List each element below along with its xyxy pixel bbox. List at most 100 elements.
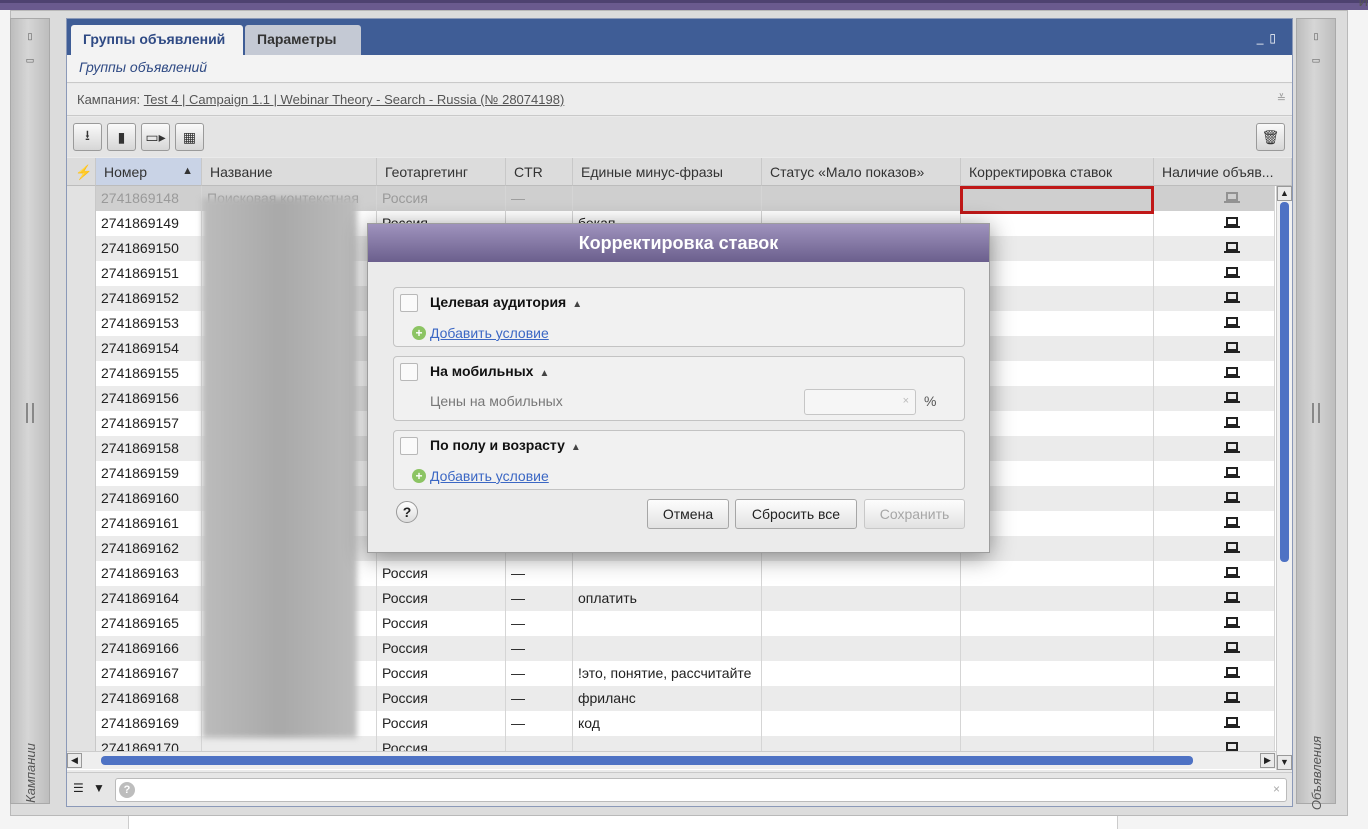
cell-low[interactable] [762, 611, 961, 636]
cell-minus[interactable] [573, 561, 762, 586]
mobile-checkbox[interactable] [400, 363, 418, 381]
cell-ctr[interactable]: — [506, 686, 573, 711]
cell-ads[interactable] [1154, 286, 1275, 311]
tab-ad-groups[interactable]: Группы объявлений [71, 25, 243, 55]
cell-id[interactable]: 2741869163 [96, 561, 202, 586]
row-header[interactable] [67, 286, 96, 311]
vertical-scrollbar[interactable]: ▲ ▼ [1276, 186, 1292, 770]
column-header-ctr[interactable]: CTR [506, 158, 573, 186]
cell-geo[interactable]: Россия [377, 686, 506, 711]
table-view-button[interactable]: ▦ [175, 123, 204, 151]
target-audience-checkbox[interactable] [400, 294, 418, 312]
row-header[interactable] [67, 686, 96, 711]
collapse-chevron-icon[interactable]: ≚ [1277, 92, 1286, 105]
panel-collapse-icon[interactable]: ▭ [1310, 55, 1322, 65]
column-header-minus-phrases[interactable]: Единые минус-фразы [573, 158, 762, 186]
cell-ctr[interactable]: — [506, 611, 573, 636]
cell-low[interactable] [762, 711, 961, 736]
cell-geo[interactable]: Россия [377, 586, 506, 611]
ads-side-panel[interactable]: ▯ ▭ Объявления [1296, 18, 1336, 810]
cell-ads[interactable] [1154, 561, 1275, 586]
cell-geo[interactable]: Россия [377, 661, 506, 686]
target-audience-label[interactable]: Целевая аудитория ▲ [430, 294, 582, 310]
row-header[interactable] [67, 561, 96, 586]
cell-ads[interactable] [1154, 186, 1275, 211]
cell-ads[interactable] [1154, 436, 1275, 461]
cell-low[interactable] [762, 186, 961, 211]
cell-id[interactable]: 2741869149 [96, 211, 202, 236]
row-header[interactable] [67, 236, 96, 261]
cell-id[interactable]: 2741869167 [96, 661, 202, 686]
row-header[interactable] [67, 586, 96, 611]
cell-id[interactable]: 2741869169 [96, 711, 202, 736]
cell-minus[interactable]: оплатить [573, 586, 762, 611]
column-header-geo[interactable]: Геотаргетинг [377, 158, 506, 186]
cell-ads[interactable] [1154, 361, 1275, 386]
download-button[interactable]: ⭳ [73, 123, 102, 151]
scroll-up-icon[interactable]: ▲ [1277, 186, 1292, 201]
filter-input[interactable]: ? × [115, 778, 1287, 802]
cell-bid[interactable] [961, 586, 1154, 611]
new-document-button[interactable]: ▮ [107, 123, 136, 151]
row-header[interactable] [67, 636, 96, 661]
panel-grip-icon[interactable] [26, 403, 34, 423]
column-header-bid-adjustments[interactable]: Корректировка ставок [961, 158, 1154, 186]
column-header-ads-presence[interactable]: Наличие объяв... [1154, 158, 1292, 186]
vertical-scroll-thumb[interactable] [1280, 202, 1289, 562]
cell-ads[interactable] [1154, 461, 1275, 486]
cell-id[interactable]: 2741869168 [96, 686, 202, 711]
cell-id[interactable]: 2741869158 [96, 436, 202, 461]
cell-minus[interactable]: !это, понятие, рассчитайте [573, 661, 762, 686]
tab-parameters[interactable]: Параметры [245, 25, 361, 55]
panel-grip-icon[interactable] [1312, 403, 1320, 423]
row-header[interactable] [67, 311, 96, 336]
cell-ads[interactable] [1154, 236, 1275, 261]
filter-help-icon[interactable]: ? [119, 782, 135, 798]
row-header[interactable] [67, 336, 96, 361]
cell-bid[interactable] [961, 711, 1154, 736]
cell-ctr[interactable]: — [506, 561, 573, 586]
row-header[interactable] [67, 386, 96, 411]
export-button[interactable]: ▭▸ [141, 123, 170, 151]
row-header[interactable] [67, 211, 96, 236]
gender-age-checkbox[interactable] [400, 437, 418, 455]
list-icon[interactable]: ☰ [73, 781, 84, 795]
filter-clear-icon[interactable]: × [1273, 782, 1280, 796]
cell-low[interactable] [762, 636, 961, 661]
add-condition-link[interactable]: + Добавить условие [412, 468, 549, 484]
cell-geo[interactable]: Россия [377, 611, 506, 636]
cell-id[interactable]: 2741869156 [96, 386, 202, 411]
cell-ctr[interactable]: — [506, 586, 573, 611]
collapse-triangle-icon[interactable]: ▲ [571, 442, 581, 453]
collapse-triangle-icon[interactable]: ▲ [572, 299, 582, 310]
window-controls[interactable]: _▯ [1257, 31, 1282, 45]
column-header-name[interactable]: Название [202, 158, 377, 186]
cell-ads[interactable] [1154, 711, 1275, 736]
cell-id[interactable]: 2741869152 [96, 286, 202, 311]
cell-ctr[interactable]: — [506, 636, 573, 661]
pin-icon[interactable]: ▯ [1269, 31, 1282, 45]
row-header[interactable] [67, 411, 96, 436]
cell-geo[interactable]: Россия [377, 711, 506, 736]
add-condition-link[interactable]: + Добавить условие [412, 325, 549, 341]
cell-ctr[interactable]: — [506, 711, 573, 736]
cell-ads[interactable] [1154, 636, 1275, 661]
cell-geo[interactable]: Россия [377, 636, 506, 661]
scroll-down-icon[interactable]: ▼ [1277, 755, 1292, 770]
cell-id[interactable]: 2741869153 [96, 311, 202, 336]
row-header[interactable] [67, 361, 96, 386]
cell-ads[interactable] [1154, 336, 1275, 361]
delete-button[interactable]: 🗑 [1256, 123, 1285, 151]
row-header[interactable] [67, 511, 96, 536]
cell-ads[interactable] [1154, 386, 1275, 411]
cell-minus[interactable] [573, 636, 762, 661]
cell-id[interactable]: 2741869165 [96, 611, 202, 636]
horizontal-scroll-thumb[interactable] [101, 756, 1193, 765]
cell-id[interactable]: 2741869157 [96, 411, 202, 436]
cell-low[interactable] [762, 686, 961, 711]
cancel-button[interactable]: Отмена [647, 499, 729, 529]
cell-id[interactable]: 2741869154 [96, 336, 202, 361]
cell-id[interactable]: 2741869151 [96, 261, 202, 286]
row-header[interactable] [67, 661, 96, 686]
cell-geo[interactable]: Россия [377, 186, 506, 211]
